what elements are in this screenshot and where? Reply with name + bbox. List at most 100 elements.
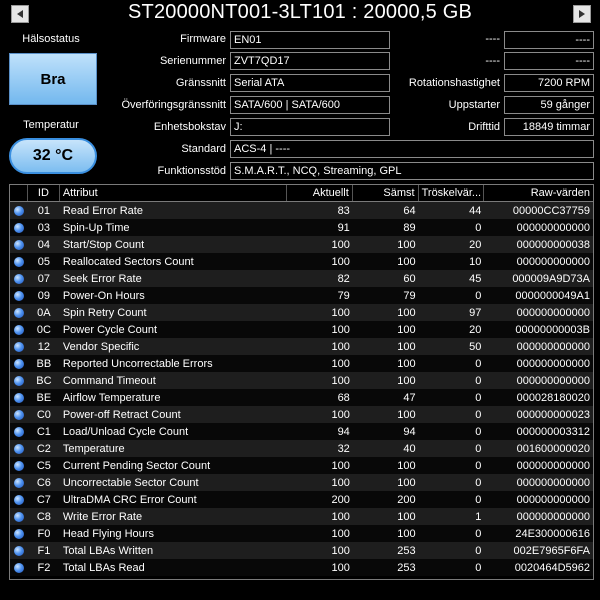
temperature-value[interactable]: 32 °C (9, 138, 97, 174)
table-row[interactable]: BE Airflow Temperature 68 47 0 000028180020 (10, 389, 593, 406)
raw-value: 001600000020 (516, 442, 590, 455)
table-row[interactable]: C7 UltraDMA CRC Error Count 200 200 0 0000000… (10, 491, 593, 508)
attribute-name: Spin Retry Count (62, 306, 147, 319)
power-on-hours-label: Drifttid (468, 121, 500, 133)
power-on-hours-field: 18849 timmar (504, 118, 594, 136)
raw-value: 000000000000 (516, 255, 590, 268)
threshold-value: 44 (469, 204, 482, 217)
threshold-value: 10 (469, 255, 482, 268)
attribute-name: Uncorrectable Sector Count (62, 476, 199, 489)
table-row[interactable]: BB Reported Uncorrectable Errors 100 100 0 00… (10, 355, 593, 372)
worst-value: 253 (397, 561, 416, 574)
table-row[interactable]: BC Command Timeout 100 100 0 000000000000 (10, 372, 593, 389)
unknown-1-label: ---- (485, 33, 500, 45)
threshold-value: 20 (469, 323, 482, 336)
worst-value: 100 (397, 238, 416, 251)
table-row[interactable]: C1 Load/Unload Cycle Count 94 94 0 0000000033… (10, 423, 593, 440)
worst-value: 100 (397, 459, 416, 472)
status-cell (10, 307, 28, 318)
attribute-id: C6 (36, 476, 51, 489)
worst-value: 40 (403, 442, 416, 455)
health-status-value[interactable]: Bra (9, 53, 97, 105)
attribute-name: Power-off Retract Count (62, 408, 181, 421)
worst-value: 100 (397, 527, 416, 540)
column-header-worst[interactable]: Sämst (353, 185, 419, 201)
column-header-raw-values[interactable]: Raw-värden (484, 185, 593, 201)
table-row[interactable]: F2 Total LBAs Read 100 253 0 0020464D5962 (10, 559, 593, 576)
table-row[interactable]: 0A Spin Retry Count 100 100 97 000000000000 (10, 304, 593, 321)
status-cell (10, 562, 28, 573)
threshold-value: 0 (475, 561, 482, 574)
threshold-value: 0 (475, 476, 482, 489)
worst-value: 89 (403, 221, 416, 234)
table-row[interactable]: 07 Seek Error Rate 82 60 45 000009A9D73A (10, 270, 593, 287)
status-cell (10, 358, 28, 369)
status-cell (10, 222, 28, 233)
status-good-icon (13, 324, 24, 335)
table-row[interactable]: F0 Head Flying Hours 100 100 0 24E300000616 (10, 525, 593, 542)
threshold-value: 0 (475, 527, 482, 540)
current-value: 100 (331, 306, 350, 319)
attribute-name: Reallocated Sectors Count (62, 255, 194, 268)
triangle-right-icon (579, 10, 585, 18)
status-cell (10, 494, 28, 505)
table-row[interactable]: 12 Vendor Specific 100 100 50 000000000000 (10, 338, 593, 355)
next-disk-button[interactable] (573, 5, 591, 23)
column-header-attribute[interactable]: Attribut (60, 185, 288, 201)
unknown-2-label: ---- (485, 55, 500, 67)
table-row[interactable]: 03 Spin-Up Time 91 89 0 000000000000 (10, 219, 593, 236)
table-row[interactable]: 09 Power-On Hours 79 79 0 0000000049A1 (10, 287, 593, 304)
current-value: 100 (331, 340, 350, 353)
table-row[interactable]: C6 Uncorrectable Sector Count 100 100 0 00000… (10, 474, 593, 491)
worst-value: 253 (397, 544, 416, 557)
current-value: 100 (331, 323, 350, 336)
attribute-name: Seek Error Rate (62, 272, 142, 285)
attribute-name: Total LBAs Written (62, 544, 154, 557)
status-cell (10, 290, 28, 301)
raw-value: 24E300000616 (515, 527, 590, 540)
current-value: 94 (337, 425, 350, 438)
table-row[interactable]: C8 Write Error Rate 100 100 1 000000000000 (10, 508, 593, 525)
attribute-name: Airflow Temperature (62, 391, 161, 404)
attribute-id: C0 (36, 408, 51, 421)
previous-disk-button[interactable] (11, 5, 29, 23)
worst-value: 64 (403, 204, 416, 217)
table-row[interactable]: C5 Current Pending Sector Count 100 100 0 000… (10, 457, 593, 474)
column-header-threshold[interactable]: Tröskelvär... (419, 185, 485, 201)
attribute-name: Write Error Rate (62, 510, 143, 523)
temperature-label: Temperatur (23, 119, 79, 131)
threshold-value: 0 (475, 425, 482, 438)
status-cell (10, 273, 28, 284)
worst-value: 94 (403, 425, 416, 438)
attribute-id: F0 (37, 527, 51, 540)
raw-value: 00000CC37759 (512, 204, 590, 217)
table-row[interactable]: C2 Temperature 32 40 0 001600000020 (10, 440, 593, 457)
status-good-icon (13, 409, 24, 420)
raw-value: 000000000000 (516, 340, 590, 353)
firmware-label: Firmware (180, 33, 226, 45)
worst-value: 100 (397, 408, 416, 421)
raw-value: 000000000023 (516, 408, 590, 421)
status-cell (10, 392, 28, 403)
table-row[interactable]: 01 Read Error Rate 83 64 44 00000CC37759 (10, 202, 593, 219)
table-row[interactable]: F1 Total LBAs Written 100 253 0 002E7965F6FA (10, 542, 593, 559)
status-cell (10, 477, 28, 488)
current-value: 100 (331, 561, 350, 574)
serial-field: ZVT7QD17 (230, 52, 390, 70)
status-column-header[interactable] (10, 185, 28, 201)
status-good-icon (13, 511, 24, 522)
table-row[interactable]: C0 Power-off Retract Count 100 100 0 00000000… (10, 406, 593, 423)
table-row[interactable]: 05 Reallocated Sectors Count 100 100 10 00000… (10, 253, 593, 270)
column-header-current[interactable]: Aktuellt (287, 185, 353, 201)
attribute-id: C8 (36, 510, 51, 523)
attribute-id: F1 (37, 544, 51, 557)
column-header-id[interactable]: ID (28, 185, 60, 201)
smart-attributes-table[interactable]: ID Attribut Aktuellt Sämst Tröskelvär...… (9, 184, 594, 580)
current-value: 200 (331, 493, 350, 506)
table-row[interactable]: 04 Start/Stop Count 100 100 20 000000000038 (10, 236, 593, 253)
table-row[interactable]: 0C Power Cycle Count 100 100 20 00000000003B (10, 321, 593, 338)
threshold-value: 20 (469, 238, 482, 251)
attribute-name: UltraDMA CRC Error Count (62, 493, 197, 506)
status-good-icon (13, 460, 24, 471)
attribute-id: 12 (37, 340, 51, 353)
